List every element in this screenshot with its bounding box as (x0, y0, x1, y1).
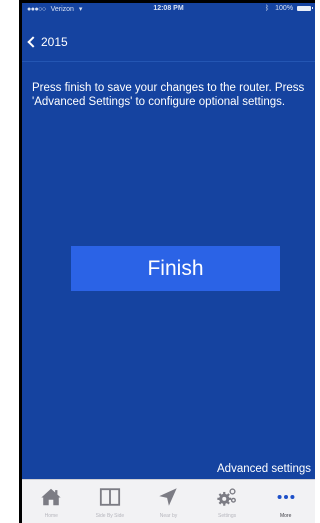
status-bar: ●●●○○ Verizon ▾ 12:08 PM ᛒ 100% (22, 3, 315, 15)
bluetooth-icon: ᛒ (264, 5, 270, 12)
back-button-label: 2015 (41, 35, 68, 49)
instructions-text: Press finish to save your changes to the… (32, 82, 305, 108)
battery-percent: 100% (275, 5, 294, 12)
tab-settings[interactable]: Settings (198, 480, 257, 523)
battery-icon (297, 5, 313, 11)
status-right: ᛒ 100% (264, 5, 313, 12)
home-icon (41, 488, 61, 506)
tab-settings-label: Settings (218, 513, 237, 519)
advanced-settings-link[interactable]: Advanced settings (217, 463, 311, 475)
tab-side-by-side[interactable]: Side By Side (81, 480, 140, 523)
tab-bar: Home Side By Side Near by Settings More (22, 479, 315, 523)
more-icon (277, 494, 295, 500)
back-button[interactable]: 2015 (27, 35, 68, 49)
tab-more[interactable]: More (256, 480, 315, 523)
gears-icon (217, 488, 237, 506)
tab-home[interactable]: Home (22, 480, 81, 523)
side-by-side-icon (99, 488, 120, 506)
tab-side-by-side-label: Side By Side (95, 513, 125, 519)
finish-button[interactable]: Finish (71, 246, 280, 291)
chevron-left-icon (27, 36, 39, 48)
tab-near-by[interactable]: Near by (139, 480, 198, 523)
phone-frame: ●●●○○ Verizon ▾ 12:08 PM ᛒ 100% 2015 Pre… (19, 0, 315, 523)
tab-near-by-label: Near by (159, 513, 178, 519)
tab-more-label: More (279, 513, 292, 519)
tab-home-label: Home (44, 513, 58, 519)
app-screen: ●●●○○ Verizon ▾ 12:08 PM ᛒ 100% 2015 Pre… (22, 3, 315, 523)
navigation-bar: 2015 (22, 17, 315, 62)
location-arrow-icon (159, 488, 178, 506)
